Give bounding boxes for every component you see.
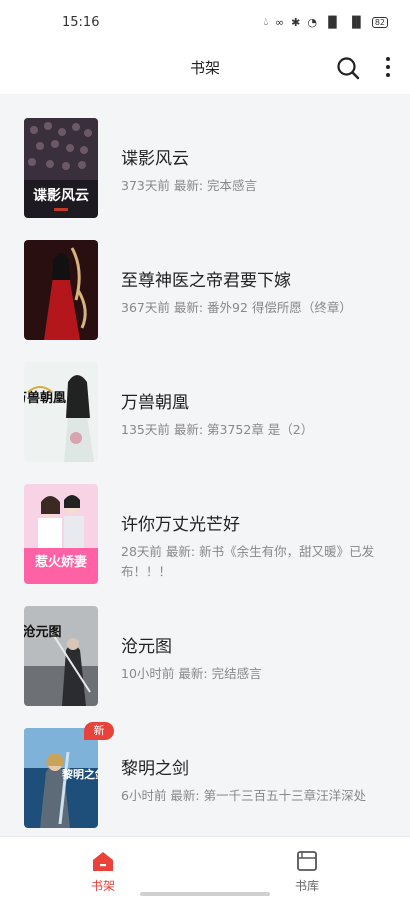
- book-title: 黎明之剑: [121, 759, 189, 779]
- book-title: 沧元图: [121, 637, 172, 657]
- home-icon: [93, 852, 113, 871]
- search-icon[interactable]: [334, 54, 362, 82]
- book-cover: 惹火娇妻: [24, 484, 98, 584]
- book-meta: 28天前 最新: 新书《余生有你，甜又暖》已发布！！！: [121, 544, 375, 579]
- book-title: 万兽朝凰: [121, 393, 189, 413]
- wifi-icon: ◔: [307, 15, 317, 29]
- link-icon: ∞: [274, 15, 285, 29]
- book-cover: 沧元图: [24, 606, 98, 706]
- book-cover: [24, 240, 98, 340]
- book-meta: 6小时前 最新: 第一千三百五十三章汪洋深处: [121, 788, 367, 803]
- book-cover: 万兽朝凰: [24, 362, 98, 462]
- book-cover: 谍影风云: [24, 118, 98, 218]
- signal-2-icon: ▐▌: [347, 15, 365, 29]
- signal-icon: ▐▌: [323, 15, 341, 29]
- tab-library[interactable]: 书库: [252, 837, 362, 900]
- library-icon: [297, 851, 317, 871]
- book-meta: 373天前 最新: 完本感言: [121, 178, 258, 193]
- battery-icon: 82: [371, 16, 388, 28]
- book-item[interactable]: 惹火娇妻 许你万丈光芒好 28天前 最新: 新书《余生有你，甜又暖》已发布！！！: [0, 460, 410, 584]
- book-item[interactable]: 谍影风云 谍影风云 373天前 最新: 完本感言: [0, 94, 410, 218]
- status-icons: 💧︎ ∞ ✱ ◔ ▐▌ ▐▌ 82: [264, 15, 388, 29]
- book-title: 至尊神医之帝君要下嫁: [121, 271, 291, 291]
- book-item[interactable]: 至尊神医之帝君要下嫁 367天前 最新: 番外92 得偿所愿（终章）: [0, 216, 410, 340]
- cover-text: 沧元图: [24, 624, 62, 640]
- water-drop-icon: 💧︎: [263, 15, 268, 28]
- cover-text: 惹火娇妻: [35, 554, 87, 570]
- bluetooth-icon: ✱: [291, 15, 301, 29]
- book-title: 许你万丈光芒好: [121, 515, 240, 535]
- book-item[interactable]: 沧元图 沧元图 10小时前 最新: 完结感言: [0, 582, 410, 706]
- home-indicator[interactable]: [140, 892, 270, 896]
- book-cover: 黎明之剑: [24, 728, 98, 828]
- cover-text: 谍影风云: [33, 187, 89, 204]
- tab-bookshelf[interactable]: 书架: [48, 837, 158, 900]
- book-item[interactable]: 万兽朝凰 万兽朝凰 135天前 最新: 第3752章 是（2）: [0, 338, 410, 462]
- status-bar: 15:16 💧︎ ∞ ✱ ◔ ▐▌ ▐▌ 82: [0, 0, 410, 44]
- book-item[interactable]: 黎明之剑 新 黎明之剑 6小时前 最新: 第一千三百五十三章汪洋深处: [0, 704, 410, 828]
- status-time: 15:16: [62, 14, 100, 30]
- book-meta: 135天前 最新: 第3752章 是（2）: [121, 422, 314, 437]
- cover-text: 黎明之剑: [62, 767, 98, 781]
- bottom-nav: 书架 书库: [0, 836, 410, 900]
- book-meta: 367天前 最新: 番外92 得偿所愿（终章）: [121, 300, 352, 315]
- new-badge: 新: [84, 722, 114, 740]
- app-header: 书架: [0, 44, 410, 94]
- more-menu-icon[interactable]: [380, 54, 396, 82]
- book-list: 谍影风云 谍影风云 373天前 最新: 完本感言 至尊神医之帝君要下嫁 367天…: [0, 94, 410, 836]
- book-meta: 10小时前 最新: 完结感言: [121, 666, 262, 681]
- book-title: 谍影风云: [121, 149, 189, 169]
- cover-text: 万兽朝凰: [24, 390, 66, 406]
